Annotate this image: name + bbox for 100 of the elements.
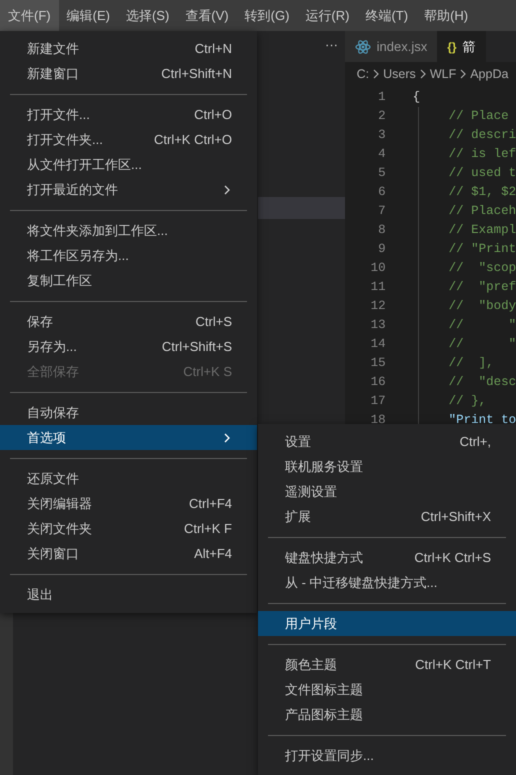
code-text: // descri bbox=[448, 127, 516, 144]
tab-label: index.jsx bbox=[376, 38, 428, 56]
menu-item-label: 自动保存 bbox=[27, 404, 80, 422]
code-text: // "scop bbox=[448, 260, 516, 278]
line-number: 8 bbox=[377, 222, 386, 240]
menu-bar-item[interactable]: 选择(S) bbox=[118, 0, 178, 31]
line-number: 12 bbox=[370, 298, 386, 316]
code-text: // Place bbox=[448, 108, 509, 126]
menu-item-label: 将工作区另存为... bbox=[27, 246, 130, 265]
menu-item-label: 打开最近的文件 bbox=[27, 180, 119, 199]
line-number: 3 bbox=[377, 127, 386, 144]
shortcut-label: Ctrl+, bbox=[460, 432, 491, 451]
code-text: // " bbox=[448, 336, 516, 354]
menu-item[interactable]: 文件图标主题 bbox=[258, 677, 516, 702]
menu-item[interactable]: 遥测设置 bbox=[258, 479, 516, 504]
code-text: // ], bbox=[448, 355, 494, 372]
chevron-right-icon bbox=[222, 432, 232, 444]
menu-item[interactable]: 关闭文件夹 Ctrl+K F bbox=[0, 516, 257, 541]
code-text: // used t bbox=[448, 165, 516, 182]
shortcut-label: Ctrl+S bbox=[196, 312, 232, 331]
menu-bar-item[interactable]: 帮助(H) bbox=[416, 0, 476, 31]
menu-item[interactable]: 将文件夹添加到工作区... bbox=[0, 218, 257, 243]
line-number: 2 bbox=[377, 108, 386, 126]
menu-item[interactable]: 从 - 中迁移键盘快捷方式... bbox=[258, 570, 516, 595]
menu-item-label: 新建文件 bbox=[27, 40, 80, 58]
menu-item-label: 产品图标主题 bbox=[285, 706, 364, 724]
tab-label: 箭 bbox=[462, 38, 476, 56]
menu-item-label: 全部保存 bbox=[27, 362, 80, 381]
menu-bar-item[interactable]: 查看(V) bbox=[177, 0, 237, 31]
menu-item-label: 退出 bbox=[27, 586, 54, 604]
menu-item-label: 复制工作区 bbox=[27, 272, 93, 290]
menu-item[interactable]: 打开文件夹... Ctrl+K Ctrl+O bbox=[0, 127, 257, 152]
menu-item[interactable]: 从文件打开工作区... bbox=[0, 152, 257, 177]
menu-item[interactable]: 保存 Ctrl+S bbox=[0, 309, 257, 334]
breadcrumb-item[interactable]: WLF bbox=[430, 64, 456, 84]
code-text: // "desc bbox=[448, 374, 516, 392]
menu-item[interactable]: 用户片段 bbox=[258, 611, 516, 636]
menu-item[interactable]: 关闭编辑器 Ctrl+F4 bbox=[0, 491, 257, 516]
menu-item[interactable]: 联机服务设置 bbox=[258, 454, 516, 479]
menu-bar-item[interactable]: 运行(R) bbox=[297, 0, 358, 31]
menu-item[interactable]: 打开设置同步... bbox=[258, 743, 516, 768]
menu-item[interactable]: 打开最近的文件 bbox=[0, 177, 257, 202]
menu-bar-item[interactable]: 文件(F) bbox=[0, 0, 59, 31]
shortcut-label: Alt+F4 bbox=[194, 544, 232, 563]
menu-item[interactable]: 新建文件 Ctrl+N bbox=[0, 36, 257, 61]
menu-item-label: 从文件打开工作区... bbox=[27, 156, 143, 174]
line-number: 15 bbox=[370, 355, 386, 372]
line-number: 11 bbox=[370, 279, 386, 296]
menu-item-label: 首选项 bbox=[27, 428, 67, 447]
menu-item[interactable]: 打开文件... Ctrl+O bbox=[0, 102, 257, 127]
braces-icon: {} bbox=[447, 38, 457, 56]
code-text: // Placeh bbox=[448, 203, 516, 220]
menu-item[interactable]: 设置 Ctrl+, bbox=[258, 429, 516, 454]
menu-item[interactable]: 退出 bbox=[0, 582, 257, 607]
shortcut-label: Ctrl+Shift+X bbox=[420, 508, 491, 526]
line-number: 16 bbox=[370, 374, 386, 392]
code-text: // $1, $2 bbox=[448, 184, 516, 202]
shortcut-label: Ctrl+K S bbox=[183, 362, 232, 381]
editor-tab[interactable]: {} 箭 bbox=[437, 31, 486, 62]
menu-item-label: 扩展 bbox=[285, 508, 312, 526]
menu-item-label: 打开设置同步... bbox=[285, 746, 375, 765]
breadcrumb-item[interactable]: AppDa bbox=[470, 64, 508, 84]
menu-item[interactable]: 新建窗口 Ctrl+Shift+N bbox=[0, 61, 257, 86]
line-number: 4 bbox=[377, 146, 386, 164]
menu-item[interactable]: 复制工作区 bbox=[0, 268, 257, 293]
menu-item-label: 关闭文件夹 bbox=[27, 520, 93, 538]
menu-item[interactable]: 产品图标主题 bbox=[258, 702, 516, 727]
editor-tab[interactable]: index.jsx bbox=[344, 31, 438, 62]
menu-item-label: 文件图标主题 bbox=[285, 680, 364, 699]
menu-item[interactable]: 自动保存 bbox=[0, 400, 257, 425]
menu-item-label: 打开文件夹... bbox=[27, 130, 104, 149]
menu-item[interactable]: 键盘快捷方式 Ctrl+K Ctrl+S bbox=[258, 545, 516, 570]
shortcut-label: Ctrl+F4 bbox=[189, 494, 232, 513]
menu-item[interactable]: 还原文件 bbox=[0, 466, 257, 491]
shortcut-label: Ctrl+Shift+S bbox=[162, 338, 232, 356]
menu-item[interactable]: 将工作区另存为... bbox=[0, 243, 257, 268]
line-number: 18 bbox=[370, 412, 386, 430]
more-actions-button[interactable]: ··· bbox=[324, 35, 338, 54]
menu-item-label: 关闭编辑器 bbox=[27, 494, 93, 513]
menu-item-label: 设置 bbox=[285, 432, 312, 451]
line-number: 6 bbox=[377, 184, 386, 202]
code-text: // "pref bbox=[448, 279, 516, 296]
menu-item-label: 保存 bbox=[27, 312, 54, 331]
menu-item[interactable]: 颜色主题 Ctrl+K Ctrl+T bbox=[258, 652, 516, 677]
menu-bar-item[interactable]: 终端(T) bbox=[357, 0, 416, 31]
menu-bar-item[interactable]: 编辑(E) bbox=[58, 0, 118, 31]
menu-item[interactable]: 扩展 Ctrl+Shift+X bbox=[258, 504, 516, 529]
breadcrumb-item[interactable]: C: bbox=[356, 64, 370, 84]
menu-item-label: 联机服务设置 bbox=[285, 458, 364, 476]
menu-item[interactable]: 关闭窗口 Alt+F4 bbox=[0, 541, 257, 566]
shortcut-label: Ctrl+O bbox=[194, 106, 232, 124]
line-number: 5 bbox=[377, 165, 386, 182]
menu-item[interactable]: 首选项 bbox=[0, 425, 257, 450]
breadcrumb-item[interactable]: Users bbox=[383, 64, 416, 84]
menu-item-label: 新建窗口 bbox=[27, 64, 80, 83]
menu-bar-item[interactable]: 转到(G) bbox=[236, 0, 298, 31]
menu-item-label: 用户片段 bbox=[285, 614, 338, 633]
shortcut-label: Ctrl+N bbox=[194, 40, 232, 58]
shortcut-label: Ctrl+K Ctrl+O bbox=[154, 130, 232, 149]
menu-item[interactable]: 另存为... Ctrl+Shift+S bbox=[0, 334, 257, 359]
